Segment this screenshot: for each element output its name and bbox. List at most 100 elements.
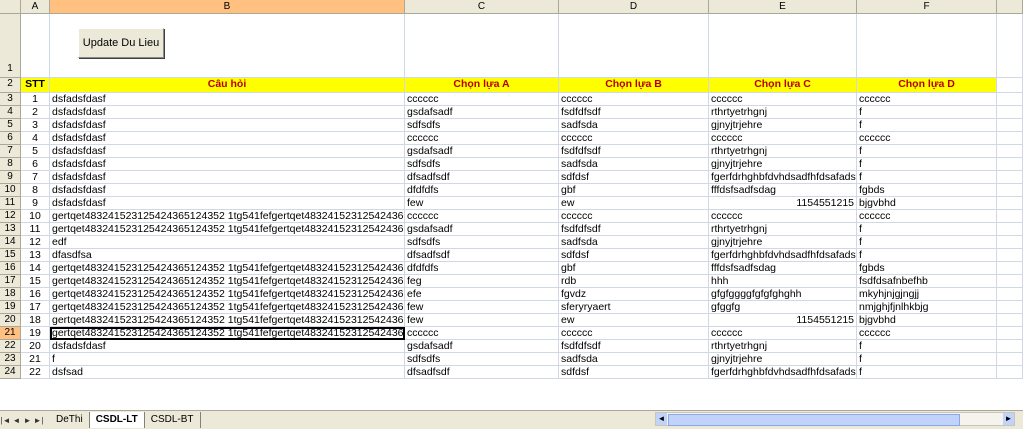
cell[interactable] [997,184,1023,197]
option-c-cell[interactable]: fgerfdrhghbfdvhdsadfhfdsafadsf [709,171,857,184]
option-c-cell[interactable]: fffdsfsadfsdag [709,262,857,275]
option-a-cell[interactable]: feg [405,275,559,288]
option-d-cell[interactable]: fsdfdsafnbefhb [857,275,997,288]
option-b-cell[interactable]: fsdfdfsdf [559,106,709,119]
cell[interactable] [997,78,1023,93]
horizontal-scrollbar[interactable]: ◄ ► [655,412,1015,426]
option-b-cell[interactable]: sadfsda [559,353,709,366]
row-header[interactable]: 10 [0,184,21,197]
option-d-cell[interactable]: mkyhjnjgjngjj [857,288,997,301]
row-header[interactable]: 16 [0,262,21,275]
option-c-cell[interactable]: cccccc [709,327,857,340]
row-header[interactable]: 14 [0,236,21,249]
option-d-cell[interactable]: cccccc [857,210,997,223]
stt-cell[interactable]: 14 [21,262,50,275]
spreadsheet-grid[interactable]: A B C D E F 1 2 STT Câu hỏi Chọn lựa A C… [0,0,1023,410]
stt-cell[interactable]: 6 [21,158,50,171]
header-cell-stt[interactable]: STT [21,78,50,93]
option-b-cell[interactable]: sdfdsf [559,366,709,379]
option-b-cell[interactable]: gbf [559,184,709,197]
question-cell[interactable]: gertqet483241523125424365124352 1tg541fe… [50,210,405,223]
option-d-cell[interactable]: f [857,171,997,184]
header-cell-option-c[interactable]: Chọn lựa C [709,78,857,93]
cell[interactable] [997,119,1023,132]
cell[interactable] [997,93,1023,106]
row-header[interactable]: 4 [0,106,21,119]
option-b-cell[interactable]: ew [559,314,709,327]
option-a-cell[interactable]: sdfsdfs [405,158,559,171]
stt-cell[interactable]: 4 [21,132,50,145]
cell[interactable] [997,106,1023,119]
option-d-cell[interactable]: f [857,145,997,158]
question-cell[interactable]: dfasdfsa [50,249,405,262]
option-d-cell[interactable]: f [857,249,997,262]
stt-cell[interactable]: 11 [21,223,50,236]
cell[interactable] [997,223,1023,236]
row-header[interactable]: 20 [0,314,21,327]
row-header[interactable]: 2 [0,78,21,93]
prev-sheet-arrow-icon[interactable]: ◄ [11,416,22,425]
next-sheet-arrow-icon[interactable]: ► [22,416,33,425]
option-c-cell[interactable]: cccccc [709,210,857,223]
option-a-cell[interactable]: sdfsdfs [405,236,559,249]
option-c-cell[interactable]: gjnyjtrjehre [709,353,857,366]
option-b-cell[interactable]: gbf [559,262,709,275]
option-a-cell[interactable]: cccccc [405,93,559,106]
option-c-cell[interactable]: fffdsfsadfsdag [709,184,857,197]
cell[interactable] [997,314,1023,327]
sheet-tab-csdl-bt[interactable]: CSDL-BT [144,412,201,428]
question-cell[interactable]: dsfadsfdasf [50,145,405,158]
option-c-cell[interactable]: fgerfdrhghbfdvhdsadfhfdsafadsf [709,366,857,379]
cell[interactable] [997,366,1023,379]
row-header[interactable]: 24 [0,366,21,379]
option-c-cell[interactable]: 1154551215 [709,197,857,210]
option-c-cell[interactable]: gjnyjtrjehre [709,119,857,132]
cell[interactable] [997,145,1023,158]
option-c-cell[interactable]: gfgfggggfgfgfghghh [709,288,857,301]
option-d-cell[interactable]: f [857,106,997,119]
stt-cell[interactable]: 19 [21,327,50,340]
option-c-cell[interactable]: gfggfg [709,301,857,314]
header-cell-option-a[interactable]: Chọn lựa A [405,78,559,93]
option-c-cell[interactable]: gjnyjtrjehre [709,158,857,171]
select-all-corner[interactable] [0,0,21,14]
cell[interactable] [997,158,1023,171]
option-b-cell[interactable]: cccccc [559,132,709,145]
option-a-cell[interactable]: dfdfdfs [405,184,559,197]
option-b-cell[interactable]: fsdfdfsdf [559,145,709,158]
row-header[interactable]: 21 [0,327,21,340]
option-d-cell[interactable]: bjgvbhd [857,314,997,327]
cell[interactable] [405,14,559,78]
option-a-cell[interactable]: dfsadfsdf [405,171,559,184]
option-d-cell[interactable]: f [857,223,997,236]
scroll-left-arrow-icon[interactable]: ◄ [656,413,667,425]
question-cell[interactable]: dsfadsfdasf [50,93,405,106]
option-a-cell[interactable]: few [405,314,559,327]
question-cell[interactable]: dsfadsfdasf [50,119,405,132]
column-header-g[interactable] [997,0,1023,14]
option-d-cell[interactable]: cccccc [857,93,997,106]
stt-cell[interactable]: 12 [21,236,50,249]
stt-cell[interactable]: 22 [21,366,50,379]
option-a-cell[interactable]: gsdafsadf [405,145,559,158]
column-header-d[interactable]: D [559,0,709,14]
option-b-cell[interactable]: sferyryaert [559,301,709,314]
option-a-cell[interactable]: gsdafsadf [405,340,559,353]
row-header[interactable]: 12 [0,210,21,223]
question-cell[interactable]: edf [50,236,405,249]
question-cell[interactable]: gertqet483241523125424365124352 1tg541fe… [50,275,405,288]
option-c-cell[interactable]: cccccc [709,93,857,106]
question-cell[interactable]: gertqet483241523125424365124352 1tg541fe… [50,223,405,236]
option-d-cell[interactable]: f [857,158,997,171]
row-header[interactable]: 18 [0,288,21,301]
cell[interactable] [997,327,1023,340]
cell[interactable] [997,288,1023,301]
option-a-cell[interactable]: few [405,197,559,210]
question-cell[interactable]: gertqet483241523125424365124352 1tg541fe… [50,327,405,340]
cell[interactable] [21,14,50,78]
row-header[interactable]: 17 [0,275,21,288]
cell[interactable] [559,14,709,78]
option-a-cell[interactable]: few [405,301,559,314]
option-c-cell[interactable]: cccccc [709,132,857,145]
row-header[interactable]: 5 [0,119,21,132]
